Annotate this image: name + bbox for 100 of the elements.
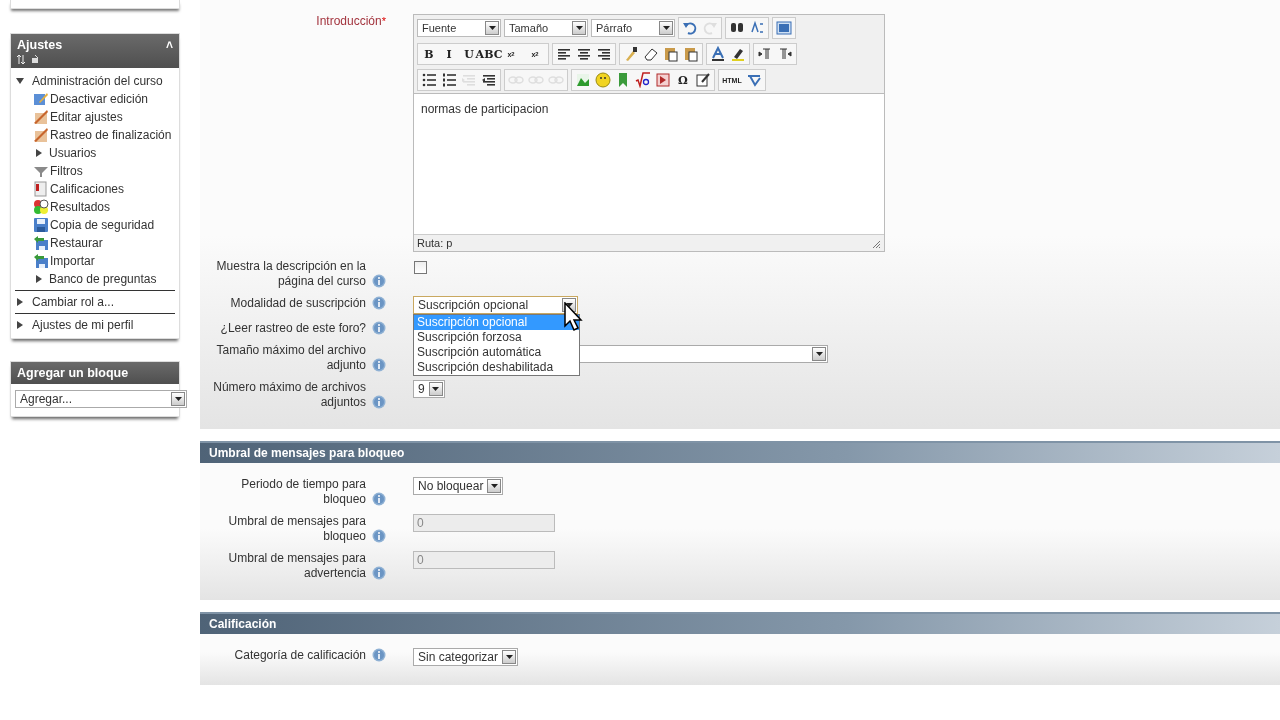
settings-link[interactable]: Administración del curso bbox=[32, 74, 163, 88]
settings-link[interactable]: Restaurar bbox=[50, 236, 103, 250]
dropdown[interactable]: No bloquear bbox=[413, 477, 504, 495]
bullets-icon bbox=[421, 72, 437, 88]
resize-handle-icon[interactable] bbox=[872, 240, 881, 249]
editor-text[interactable]: normas de participacion bbox=[414, 93, 884, 234]
format-button[interactable]: I bbox=[439, 45, 459, 63]
help-icon[interactable] bbox=[372, 492, 386, 506]
expand-arrow-icon[interactable] bbox=[35, 149, 43, 157]
help-icon[interactable] bbox=[372, 296, 386, 310]
note-button[interactable] bbox=[693, 71, 713, 89]
help-icon[interactable] bbox=[372, 395, 386, 409]
field-label: Número máximo de archivos adjuntos bbox=[212, 380, 366, 410]
settings-link[interactable]: Banco de preguntas bbox=[49, 272, 157, 286]
settings-link[interactable]: Importar bbox=[50, 254, 95, 268]
text-color-icon bbox=[710, 46, 726, 62]
settings-link[interactable]: Cambiar rol a... bbox=[32, 295, 115, 309]
field-label: Umbral de mensajes para advertencia bbox=[227, 551, 366, 581]
image-icon bbox=[575, 72, 591, 88]
field-label: Umbral de mensajes para bloqueo bbox=[227, 514, 366, 544]
format-button[interactable]: Ω bbox=[673, 71, 693, 89]
expand-arrow-icon[interactable] bbox=[16, 321, 24, 329]
help-icon[interactable] bbox=[372, 358, 386, 372]
caret-icon bbox=[575, 26, 583, 30]
caret-icon bbox=[505, 655, 513, 659]
smiley-button[interactable] bbox=[593, 71, 613, 89]
settings-link[interactable]: Resultados bbox=[50, 200, 111, 214]
paste-icon bbox=[683, 46, 699, 62]
backup-icon bbox=[33, 217, 49, 233]
smiley-icon bbox=[595, 72, 611, 88]
outdent-icon bbox=[461, 72, 477, 88]
align-left-icon bbox=[556, 46, 572, 62]
required-mark: * bbox=[381, 14, 386, 29]
move-icon[interactable] bbox=[17, 55, 25, 64]
settings-link[interactable]: Copia de seguridad bbox=[50, 218, 155, 232]
paste-icon bbox=[663, 46, 679, 62]
add-block-dropdown[interactable]: Agregar... bbox=[15, 390, 187, 408]
field-label: Periodo de tiempo para bloqueo bbox=[240, 477, 366, 507]
field-label: Muestra la descripción en la página del curso bbox=[215, 259, 366, 289]
restore-icon bbox=[33, 253, 49, 269]
eraser-icon bbox=[643, 46, 659, 62]
section-header[interactable]: Umbral de mensajes para bloqueo bbox=[200, 441, 1280, 463]
caret-icon bbox=[565, 303, 573, 307]
settings-link[interactable]: Usuarios bbox=[49, 146, 97, 160]
align-right-icon bbox=[596, 46, 612, 62]
section-header[interactable]: Calificación bbox=[200, 612, 1280, 634]
settings-link[interactable]: Desactivar edición bbox=[50, 92, 149, 106]
help-icon[interactable] bbox=[372, 321, 386, 335]
align-center-icon bbox=[576, 46, 592, 62]
math-button[interactable] bbox=[633, 71, 653, 89]
collapse-toggle[interactable]: ˄ bbox=[166, 38, 173, 52]
settings-link[interactable]: Calificaciones bbox=[50, 182, 125, 196]
caret-icon bbox=[662, 26, 670, 30]
expand-arrow-icon[interactable] bbox=[16, 298, 24, 306]
checkbox[interactable] bbox=[414, 261, 427, 274]
media-button[interactable] bbox=[653, 71, 673, 89]
brush-icon bbox=[623, 46, 639, 62]
dropdown-option[interactable]: Suscripción forzosa bbox=[414, 330, 579, 345]
dropdown[interactable]: 9 bbox=[413, 380, 445, 398]
media-icon bbox=[655, 72, 671, 88]
settings-link[interactable]: Editar ajustes bbox=[50, 110, 123, 124]
note-icon bbox=[695, 72, 711, 88]
collapse-arrow-icon[interactable] bbox=[16, 77, 24, 85]
dropdown[interactable]: Sin categorizar bbox=[413, 648, 519, 666]
numbers-icon bbox=[441, 72, 457, 88]
field-label: ¿Leer rastreo de este foro? bbox=[220, 321, 366, 336]
caret-icon bbox=[488, 26, 496, 30]
caret-icon bbox=[815, 352, 823, 356]
caret-icon bbox=[490, 484, 498, 488]
dropdown[interactable]: Suscripción opcional bbox=[413, 296, 578, 314]
settings-link[interactable]: Ajustes de mi perfil bbox=[32, 318, 134, 332]
caret-icon bbox=[432, 387, 440, 391]
help-icon[interactable] bbox=[372, 648, 386, 662]
edit-icon bbox=[33, 91, 49, 107]
help-icon[interactable] bbox=[372, 274, 386, 288]
redo-icon bbox=[702, 20, 718, 36]
format-button[interactable]: B bbox=[419, 45, 439, 63]
undo-icon bbox=[682, 20, 698, 36]
dropdown-option[interactable]: Suscripción deshabilitada bbox=[414, 360, 579, 375]
rtl-icon bbox=[777, 46, 793, 62]
indent-icon bbox=[481, 72, 497, 88]
settings-link[interactable]: Filtros bbox=[50, 164, 83, 178]
restore-icon bbox=[33, 235, 49, 251]
spell-icon bbox=[746, 72, 762, 88]
field-label: Modalidad de suscripción bbox=[230, 296, 366, 311]
settings-link[interactable]: Rastreo de finalización bbox=[50, 128, 172, 142]
block-title: Agregar un bloque bbox=[17, 366, 129, 380]
editor-dropdown[interactable]: Párrafo bbox=[591, 19, 675, 37]
editor-dropdown[interactable]: Fuente bbox=[417, 19, 501, 37]
field-label: Introducción bbox=[316, 14, 382, 29]
expand-arrow-icon[interactable] bbox=[35, 275, 43, 283]
caret-icon bbox=[174, 397, 182, 401]
editor-path: Ruta: p bbox=[417, 237, 453, 249]
editor-dropdown[interactable]: Tamaño bbox=[504, 19, 588, 37]
dock-icon[interactable] bbox=[31, 55, 39, 64]
ltr-icon bbox=[757, 46, 773, 62]
dropdown-option[interactable]: Suscripción automática bbox=[414, 345, 579, 360]
math-icon bbox=[635, 72, 651, 88]
highlight-icon bbox=[730, 46, 746, 62]
field-label: Categoría de calificación bbox=[234, 648, 366, 663]
